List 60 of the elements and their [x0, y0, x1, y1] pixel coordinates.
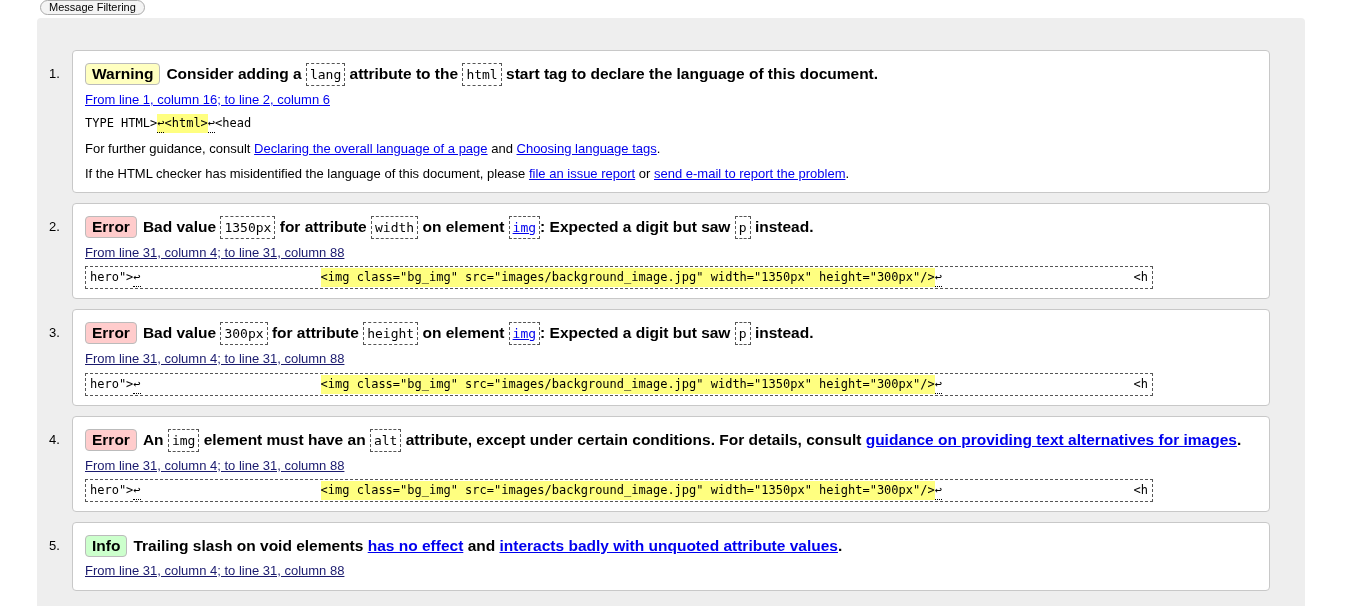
code-fragment: <img class="bg_img" src="images/background_image.jpg" width="1350px" height="300px"/>	[320, 268, 935, 287]
item-number: 1.	[49, 65, 61, 83]
code-fragment: hero">	[90, 482, 134, 499]
code-fragment: hero">	[90, 375, 134, 393]
message-type-label: Info	[85, 535, 128, 557]
message-filtering-button[interactable]: Message Filtering	[40, 0, 145, 15]
code-fragment: ↩	[207, 113, 216, 133]
item-number: 5.	[49, 537, 61, 555]
code-fragment: ↩	[934, 268, 942, 287]
guidance-text: For further guidance, consult Declaring the overall language of a page and Choosing language tags.	[85, 139, 662, 158]
code-term: lang	[305, 63, 346, 86]
item-number: 2.	[49, 217, 61, 236]
message-text: Error An img element must have an alt attribute, except under certain conditions. For details, consult guidance on providing text alternatives for images.	[85, 424, 1257, 455]
reference-link[interactable]: interacts badly with unquoted attribute values	[499, 537, 838, 554]
element-link[interactable]: img	[508, 215, 541, 239]
code-term: p	[734, 215, 751, 239]
code-fragment: ↩	[934, 374, 942, 394]
code-fragment: ↩	[133, 374, 141, 394]
code-fragment: <h	[1133, 375, 1148, 393]
code-term: p	[734, 322, 751, 345]
code-fragment: TYPE HTML>	[85, 114, 158, 132]
reference-link[interactable]: Declaring the overall language of a page	[254, 140, 488, 156]
item-number: 4.	[49, 430, 61, 449]
code-term: 300px	[220, 322, 268, 345]
code-fragment: <h	[1133, 482, 1148, 499]
message-text: Warning Consider adding a lang attribute to the html start tag to declare the language of this document.	[85, 59, 1257, 89]
code-fragment: <h	[1133, 269, 1148, 286]
code-fragment: <html>	[164, 113, 208, 133]
code-fragment: ↩	[934, 481, 942, 500]
code-term: width	[371, 215, 419, 239]
message-text: Info Trailing slash on void elements has no effect and interacts badly with unquoted attribute values.	[85, 531, 1257, 560]
message-type-label: Error	[85, 322, 137, 344]
reference-link[interactable]: has no effect	[367, 537, 464, 554]
reference-link[interactable]: file an issue report	[528, 165, 636, 181]
code-term: 1350px	[220, 215, 276, 239]
message-text: Error Bad value 1350px for attribute width on element img : Expected a digit but saw p instead.	[85, 211, 1257, 242]
location-link[interactable]: From line 31, column 4; to line 31, column 88	[85, 242, 345, 262]
item-number: 3.	[49, 324, 61, 342]
guidance-text: If the HTML checker has misidentified the language of this document, please file an issue report or send e-mail to report the problem.	[85, 164, 851, 183]
code-fragment: <img class="bg_img" src="images/background_image.jpg" width="1350px" height="300px"/>	[320, 481, 935, 500]
location-link[interactable]: From line 31, column 4; to line 31, column 88	[85, 349, 345, 369]
location-link[interactable]: From line 1, column 16; to line 2, column 6	[85, 90, 330, 110]
message-type-label: Error	[85, 215, 137, 238]
code-term: height	[363, 322, 419, 345]
code-fragment: hero">	[90, 269, 134, 286]
element-link[interactable]: img	[508, 322, 541, 345]
message-type-label: Error	[85, 428, 137, 451]
message-text: Error Bad value 300px for attribute height on element img : Expected a digit but saw p instead.	[85, 318, 1257, 348]
code-term: img	[167, 428, 200, 452]
code-term: alt	[369, 428, 402, 452]
reference-link[interactable]: guidance on providing text alternatives for images	[865, 430, 1237, 448]
code-fragment: ↩	[133, 268, 141, 287]
message-type-label: Warning	[85, 63, 161, 85]
code-term: html	[462, 63, 502, 86]
code-fragment: <head	[215, 114, 252, 132]
code-fragment: ↩	[133, 481, 141, 500]
code-fragment: <img class="bg_img" src="images/background_image.jpg" width="1350px" height="300px"/>	[320, 374, 935, 394]
reference-link[interactable]: Choosing language tags	[516, 140, 657, 156]
location-link[interactable]: From line 31, column 4; to line 31, column 88	[85, 561, 345, 581]
location-link[interactable]: From line 31, column 4; to line 31, column 88	[85, 455, 345, 475]
